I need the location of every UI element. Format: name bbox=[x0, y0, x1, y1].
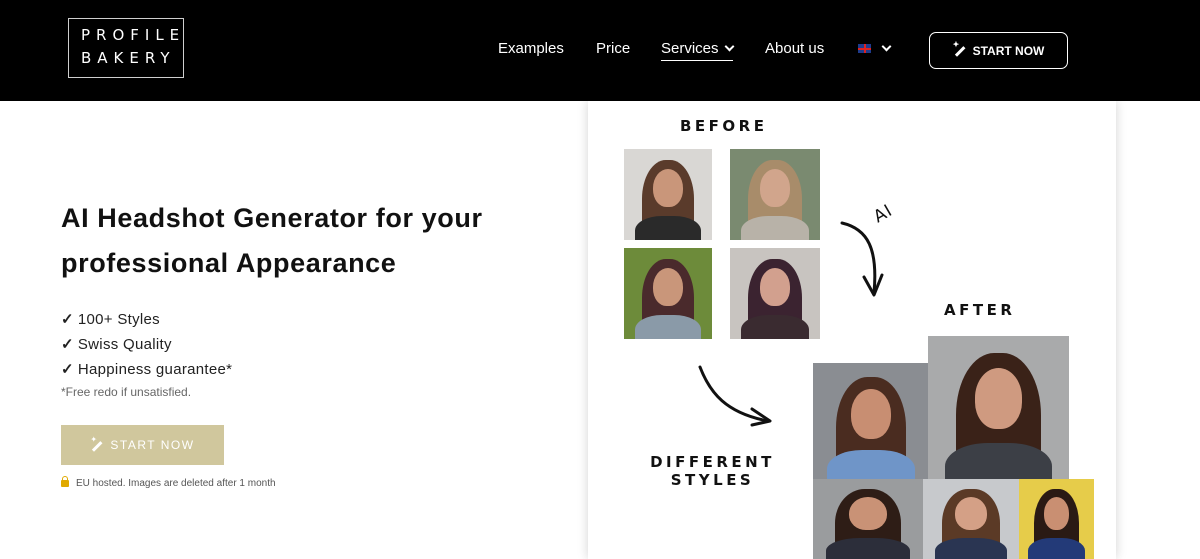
before-label: BEFORE bbox=[680, 117, 768, 135]
after-photo bbox=[923, 479, 1019, 559]
wand-icon bbox=[953, 40, 966, 57]
nav-services-label: Services bbox=[661, 40, 719, 57]
check-icon: ✓ bbox=[61, 336, 74, 353]
start-now-button-header[interactable]: START NOW bbox=[929, 32, 1068, 69]
before-photo bbox=[624, 149, 712, 240]
styles-label-line-2: STYLES bbox=[670, 471, 755, 489]
nav-price[interactable]: Price bbox=[596, 40, 630, 57]
check-icon: ✓ bbox=[61, 361, 74, 378]
feature-item: ✓ Swiss Quality bbox=[61, 332, 232, 357]
feature-item: ✓ 100+ Styles bbox=[61, 307, 232, 332]
feature-item: ✓ Happiness guarantee* bbox=[61, 357, 232, 382]
styles-label-line-1: DIFFERENT bbox=[650, 453, 775, 471]
check-icon: ✓ bbox=[61, 311, 74, 328]
lock-icon bbox=[61, 476, 69, 487]
after-label: AFTER bbox=[944, 301, 1016, 319]
different-styles-label: DIFFERENT STYLES bbox=[650, 453, 775, 489]
start-now-label: START NOW bbox=[110, 438, 195, 452]
before-photo bbox=[730, 248, 820, 339]
nav-about-us[interactable]: About us bbox=[765, 40, 824, 57]
eu-note-text: EU hosted. Images are deleted after 1 mo… bbox=[76, 478, 276, 489]
feature-list: ✓ 100+ Styles ✓ Swiss Quality ✓ Happiness g… bbox=[61, 307, 232, 382]
profile-bakery-logo[interactable]: PROFILE BAKERY bbox=[68, 18, 184, 78]
nav-services[interactable]: Services bbox=[661, 40, 734, 61]
chevron-down-icon bbox=[724, 41, 734, 52]
feature-label: Happiness guarantee* bbox=[77, 361, 233, 378]
hero-title: AI Headshot Generator for your professio… bbox=[61, 203, 483, 278]
start-now-label: START NOW bbox=[972, 43, 1045, 58]
wand-icon bbox=[90, 435, 103, 452]
after-photo bbox=[928, 336, 1069, 481]
before-photo bbox=[730, 149, 820, 240]
before-photo bbox=[624, 248, 712, 339]
logo-line-1: PROFILE bbox=[81, 26, 186, 44]
uk-flag-icon[interactable] bbox=[858, 44, 871, 53]
logo-line-2: BAKERY bbox=[81, 49, 176, 67]
after-photo bbox=[1019, 479, 1094, 559]
start-now-button[interactable]: START NOW bbox=[61, 425, 224, 465]
eu-hosted-note: EU hosted. Images are deleted after 1 mo… bbox=[61, 476, 276, 489]
after-photo bbox=[813, 363, 929, 481]
chevron-down-icon[interactable] bbox=[881, 41, 892, 52]
feature-label: Swiss Quality bbox=[77, 336, 172, 353]
redo-footnote: *Free redo if unsatisfied. bbox=[61, 385, 192, 399]
before-after-collage: BEFORE AI AFTER DIFFERENT STYLES bbox=[588, 101, 1116, 559]
after-photo bbox=[813, 479, 923, 559]
feature-label: 100+ Styles bbox=[77, 311, 160, 328]
site-header: PROFILE BAKERY Examples Price Services A… bbox=[0, 0, 1200, 101]
nav-examples[interactable]: Examples bbox=[498, 40, 564, 57]
